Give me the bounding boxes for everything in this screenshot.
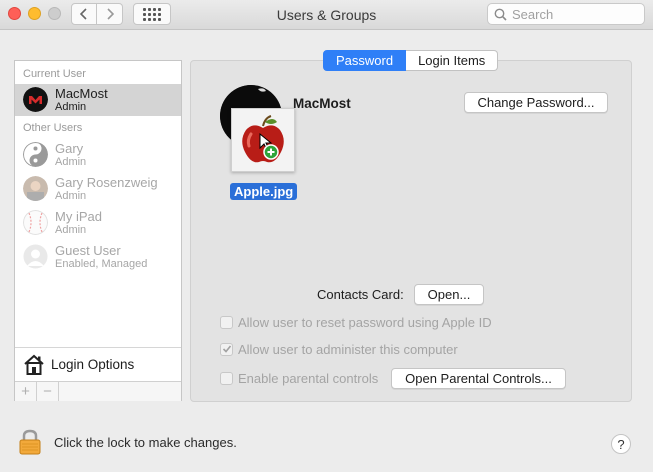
user-item-macmost[interactable]: MacMost Admin (15, 84, 181, 116)
tab-login-items[interactable]: Login Items (406, 50, 499, 71)
user-name: Gary (55, 141, 84, 156)
reset-password-label: Allow user to reset password using Apple… (238, 314, 492, 330)
user-name: Gary Rosenzweig (55, 175, 158, 190)
administer-checkbox-row[interactable]: Allow user to administer this computer (220, 341, 458, 357)
reset-password-checkbox[interactable] (220, 315, 233, 329)
user-name: MacMost (55, 86, 108, 101)
guest-user-icon (23, 244, 48, 269)
help-button[interactable]: ? (611, 434, 631, 454)
title-bar: Users & Groups Search (0, 0, 653, 30)
photo-avatar (23, 176, 48, 201)
baseball-avatar (23, 210, 48, 235)
parental-controls-checkbox-row[interactable]: Enable parental controls (220, 370, 378, 386)
remove-user-button[interactable]: − (37, 382, 59, 401)
selected-user-name: MacMost (293, 96, 351, 111)
administer-label: Allow user to administer this computer (238, 341, 458, 357)
parental-controls-checkbox[interactable] (220, 371, 233, 385)
lock-icon (19, 429, 41, 455)
dragged-file-name: Apple.jpg (230, 183, 298, 200)
contacts-card-label: Contacts Card: (317, 287, 404, 302)
add-remove-bar: + − (15, 381, 181, 401)
user-role: Enabled, Managed (55, 258, 148, 270)
current-user-header: Current User (23, 68, 86, 80)
open-contacts-button[interactable]: Open... (414, 284, 484, 305)
user-role: Admin (55, 224, 87, 236)
search-icon (494, 8, 507, 21)
users-sidebar: Current User MacMost Admin Other Users G… (14, 60, 182, 401)
user-item-gary[interactable]: Gary Admin (15, 139, 181, 171)
search-field[interactable]: Search (487, 3, 645, 25)
login-options-item[interactable]: Login Options (15, 347, 181, 381)
user-role: Admin (55, 101, 87, 113)
reset-password-checkbox-row[interactable]: Allow user to reset password using Apple… (220, 314, 492, 330)
lock-message: Click the lock to make changes. (54, 435, 237, 450)
user-item-my-ipad[interactable]: My iPad Admin (15, 207, 181, 239)
tab-bar: Password Login Items (323, 50, 499, 71)
house-icon (24, 354, 44, 375)
user-role: Admin (55, 156, 87, 168)
user-item-gary-rosenzweig[interactable]: Gary Rosenzweig Admin (15, 173, 181, 205)
dragged-image-preview (231, 108, 295, 172)
user-name: Guest User (55, 243, 121, 258)
administer-checkbox[interactable] (220, 342, 233, 356)
add-user-button[interactable]: + (15, 382, 37, 401)
other-users-header: Other Users (23, 122, 83, 134)
yin-yang-avatar (23, 142, 48, 167)
user-role: Admin (55, 190, 87, 202)
tab-password[interactable]: Password (323, 50, 407, 71)
macmost-avatar (23, 87, 48, 112)
user-name: My iPad (55, 209, 102, 224)
lock-button[interactable] (18, 428, 42, 456)
apple-image-icon (242, 115, 284, 163)
checkmark-icon (222, 345, 231, 353)
change-password-button[interactable]: Change Password... (464, 92, 608, 113)
login-options-label: Login Options (51, 357, 135, 372)
search-placeholder: Search (512, 6, 554, 22)
parental-controls-label: Enable parental controls (238, 370, 379, 386)
user-item-guest[interactable]: Guest User Enabled, Managed (15, 241, 181, 273)
open-parental-controls-button[interactable]: Open Parental Controls... (391, 368, 566, 389)
